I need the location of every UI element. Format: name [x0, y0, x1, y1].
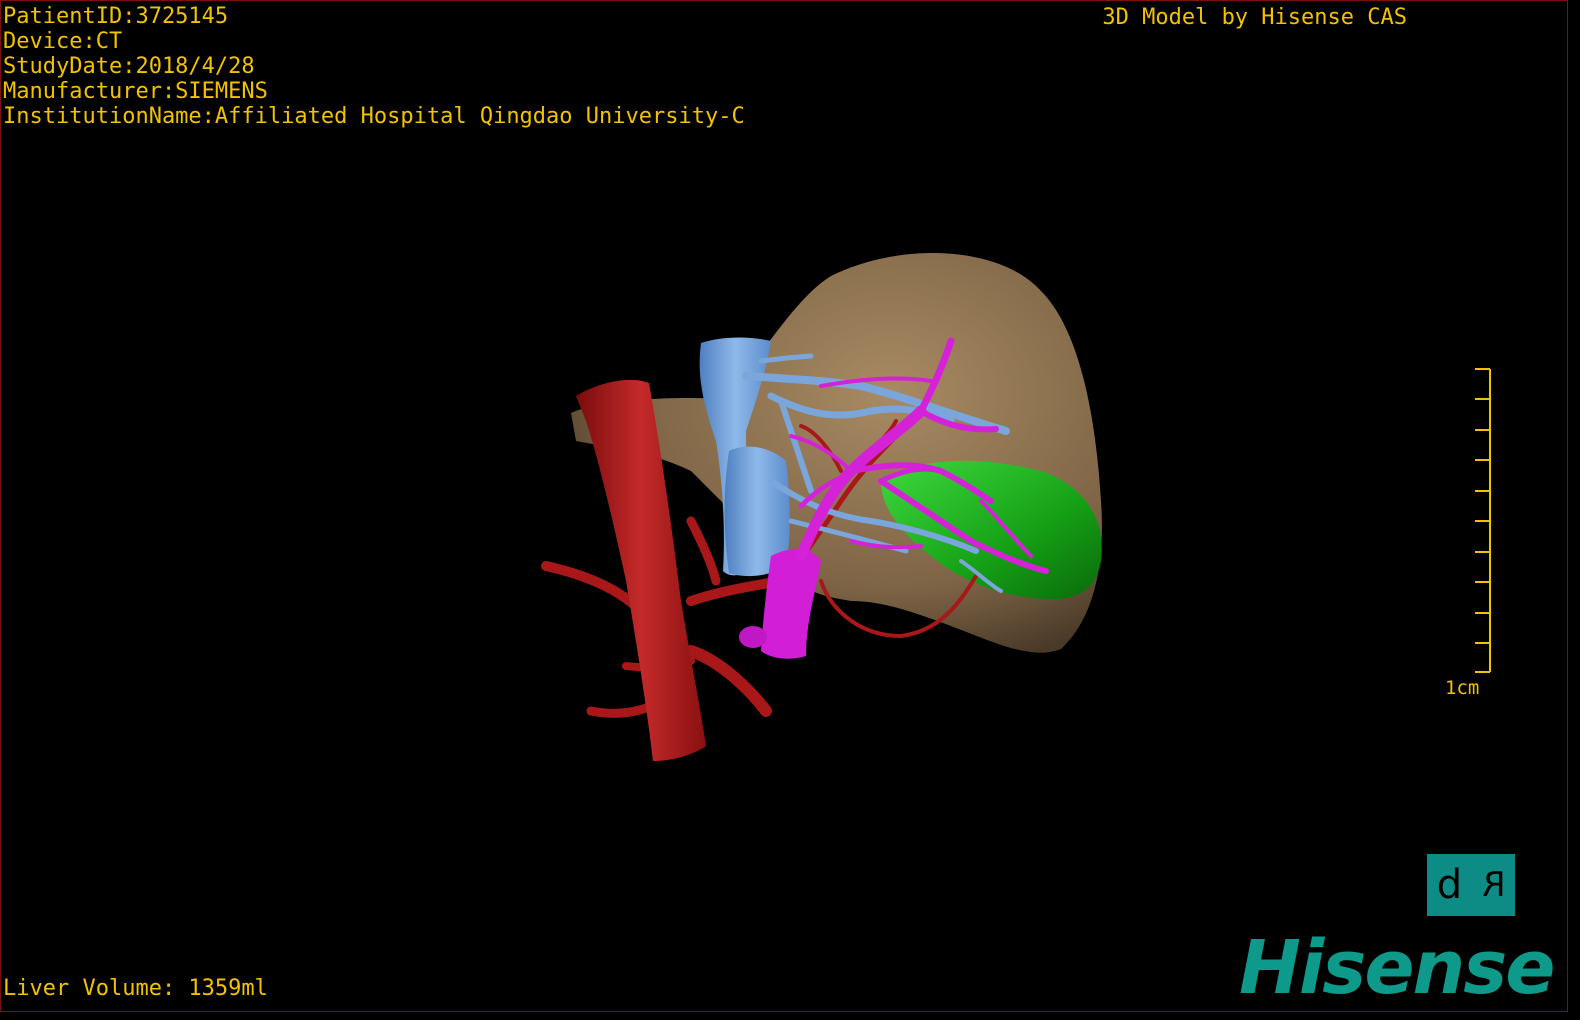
liver-3d-model[interactable] [1, 1, 1568, 1012]
institution-label: InstitutionName:Affiliated Hospital Qing… [3, 104, 745, 129]
3d-viewport[interactable]: PatientID:3725145 Device:CT StudyDate:20… [0, 0, 1568, 1012]
scale-bar [1475, 368, 1491, 673]
model-watermark: 3D Model by Hisense CAS [1102, 5, 1407, 30]
liver-volume-label: Liver Volume: 1359ml [3, 976, 268, 1001]
portal-vein-trunk [761, 549, 821, 659]
patient-id-label: PatientID:3725145 [3, 4, 229, 29]
portal-vein-splenic-branch [739, 626, 767, 648]
study-date-label: StudyDate:2018/4/28 [3, 54, 255, 79]
orientation-right-face: R [1481, 865, 1506, 905]
manufacturer-label: Manufacturer:SIEMENS [3, 79, 268, 104]
device-label: Device:CT [3, 29, 123, 54]
scale-label: 1cm [1445, 677, 1480, 699]
hisense-logo: Hisense [1239, 925, 1555, 1011]
orientation-left-face: d [1436, 862, 1463, 908]
orientation-cube[interactable]: d R [1427, 854, 1515, 916]
